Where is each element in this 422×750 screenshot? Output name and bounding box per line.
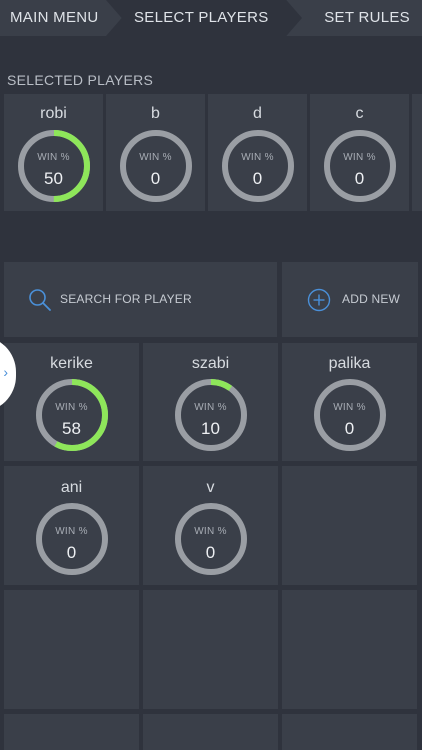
ring-track — [323, 130, 396, 202]
player-name: ani — [60, 479, 83, 496]
ring-track — [119, 130, 192, 202]
win-label: WIN % — [333, 402, 366, 413]
empty-player-slot — [282, 466, 417, 585]
empty-player-slot — [282, 590, 417, 709]
player-card[interactable]: szabi WIN % 10 — [143, 343, 278, 461]
player-card[interactable]: v WIN % 0 — [143, 466, 278, 585]
player-card[interactable]: ani WIN % 0 — [4, 466, 139, 585]
search-player-button[interactable]: SEARCH FOR PLAYER — [4, 262, 277, 337]
player-name: d — [253, 105, 262, 122]
win-value: 0 — [354, 169, 365, 188]
player-name: b — [151, 105, 160, 122]
search-icon — [29, 289, 51, 311]
player-card[interactable]: kerike WIN % 58 — [4, 343, 139, 461]
top-navigation: MAIN MENU SELECT PLAYERS SET RULES — [0, 0, 422, 36]
win-value: 0 — [344, 419, 355, 438]
selected-player-card[interactable]: d WIN % 0 — [208, 94, 307, 211]
win-label: WIN % — [194, 526, 227, 537]
win-ring — [35, 503, 108, 575]
empty-player-slot — [282, 714, 417, 750]
win-label: WIN % — [55, 526, 88, 537]
win-label: WIN % — [241, 152, 274, 163]
plus-circle-icon — [307, 288, 331, 312]
win-label: WIN % — [37, 152, 70, 163]
selected-player-card-partial[interactable] — [412, 94, 422, 211]
selected-player-card[interactable]: b WIN % 0 — [106, 94, 205, 211]
selected-player-card[interactable]: robi WIN % 50 — [4, 94, 103, 211]
empty-player-slot — [143, 590, 278, 709]
selected-player-card[interactable]: c WIN % 0 — [310, 94, 409, 211]
ring-track — [221, 130, 294, 202]
win-ring — [35, 379, 108, 451]
player-name: v — [206, 479, 215, 496]
win-ring — [119, 130, 192, 202]
nav-set-rules[interactable]: SET RULES — [324, 0, 410, 36]
win-ring — [221, 130, 294, 202]
win-ring — [323, 130, 396, 202]
selected-players-title: SELECTED PLAYERS — [7, 72, 154, 88]
chevron-right-icon: › — [3, 364, 8, 380]
win-value: 0 — [66, 543, 77, 562]
win-value: 10 — [201, 419, 220, 438]
player-name: c — [355, 105, 364, 122]
nav-select-players[interactable]: SELECT PLAYERS — [134, 0, 269, 36]
add-new-label: ADD NEW — [342, 292, 401, 306]
win-label: WIN % — [139, 152, 172, 163]
nav-main-menu[interactable]: MAIN MENU — [10, 0, 99, 36]
win-label: WIN % — [55, 402, 88, 413]
empty-player-slot — [4, 714, 139, 750]
win-ring — [174, 379, 247, 451]
player-card[interactable]: palika WIN % 0 — [282, 343, 417, 461]
win-ring — [313, 379, 386, 451]
win-value: 0 — [205, 543, 216, 562]
search-label: SEARCH FOR PLAYER — [60, 292, 192, 306]
win-value: 0 — [150, 169, 161, 188]
win-ring — [17, 130, 90, 202]
player-name: palika — [328, 355, 371, 372]
add-new-player-button[interactable]: ADD NEW — [282, 262, 418, 337]
player-name: robi — [40, 105, 67, 122]
win-label: WIN % — [343, 152, 376, 163]
win-value: 50 — [44, 169, 63, 188]
win-ring — [174, 503, 247, 575]
win-label: WIN % — [194, 402, 227, 413]
empty-player-slot — [143, 714, 278, 750]
player-name: kerike — [50, 355, 93, 372]
player-name: szabi — [191, 355, 230, 372]
win-value: 58 — [62, 419, 81, 438]
empty-player-slot — [4, 590, 139, 709]
win-value: 0 — [252, 169, 263, 188]
